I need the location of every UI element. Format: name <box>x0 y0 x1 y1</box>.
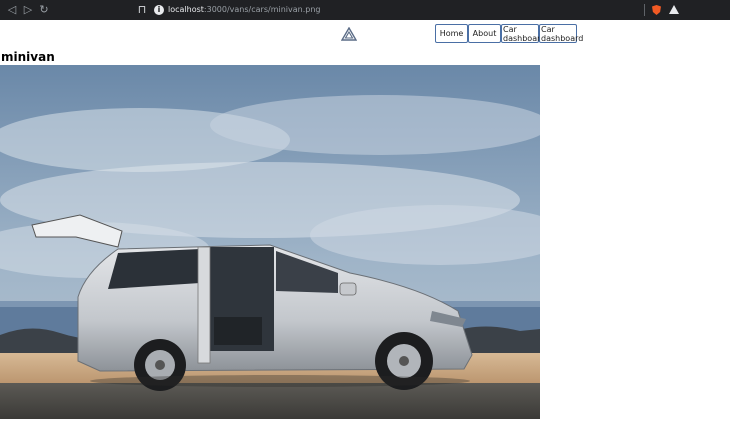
url-path: :3000/vans/cars/minivan.png <box>203 5 321 14</box>
browser-toolbar: ◁ ▷ ↻ ⊓ i localhost:3000/vans/cars/miniv… <box>0 0 730 20</box>
bookmark-icon[interactable]: ⊓ <box>136 4 148 16</box>
app-logo-icon[interactable] <box>341 27 357 41</box>
nav-car-dashboard-button[interactable]: Car dashboard <box>501 24 545 43</box>
nav-about-button[interactable]: About <box>468 24 501 43</box>
back-icon[interactable]: ◁ <box>6 4 18 16</box>
nav-car-dashboard-button-2[interactable]: Car dashboard <box>539 24 583 43</box>
address-bar[interactable]: localhost:3000/vans/cars/minivan.png <box>168 4 320 16</box>
main-nav: Home About Car dashboard Car dashboard <box>435 24 583 43</box>
toolbar-divider <box>644 4 645 16</box>
reload-icon[interactable]: ↻ <box>38 4 50 16</box>
url-host: localhost <box>168 5 204 14</box>
forward-icon[interactable]: ▷ <box>22 4 34 16</box>
brave-rewards-icon[interactable] <box>669 5 679 14</box>
minivan-photo <box>0 65 540 419</box>
page-title: minivan <box>1 50 55 64</box>
site-info-icon[interactable]: i <box>154 5 164 15</box>
brave-shield-icon[interactable] <box>652 5 661 15</box>
nav-home-button[interactable]: Home <box>435 24 468 43</box>
